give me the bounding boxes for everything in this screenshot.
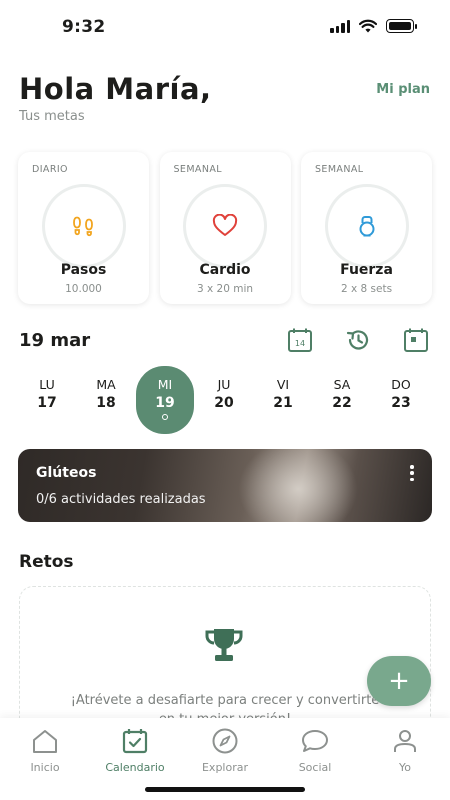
selected-date-title: 19 mar — [19, 330, 91, 351]
calendar-button[interactable] — [402, 327, 430, 353]
goal-card-strength[interactable]: SEMANAL Fuerza 2 x 8 sets — [301, 152, 432, 304]
nav-label: Calendario — [105, 761, 165, 774]
goal-period: SEMANAL — [315, 164, 364, 175]
user-icon — [394, 730, 416, 752]
day-friday[interactable]: VI 21 — [254, 366, 312, 434]
challenges-title: Retos — [19, 552, 74, 572]
challenges-message-line1: ¡Atrévete a desafiarte para crecer y con… — [70, 693, 380, 708]
footsteps-icon — [72, 216, 93, 237]
day-number: 21 — [273, 395, 293, 411]
goal-progress-ring — [183, 184, 267, 268]
greeting-title: Hola María, — [19, 72, 212, 106]
date-actions: 14 — [286, 327, 430, 353]
day-number: 17 — [37, 395, 57, 411]
nav-item-explorar[interactable]: Explorar — [180, 726, 270, 774]
day-monday[interactable]: LU 17 — [18, 366, 76, 434]
goal-progress-ring — [41, 184, 126, 268]
day-sunday[interactable]: DO 23 — [372, 366, 430, 434]
goal-period: SEMANAL — [173, 164, 222, 175]
day-abbr: SA — [333, 377, 351, 392]
compass-icon — [212, 728, 238, 754]
nav-label: Social — [298, 761, 332, 774]
goal-target: 10.000 — [65, 283, 102, 295]
trophy-icon — [205, 629, 243, 661]
nav-label: Yo — [399, 761, 411, 774]
goal-target: 2 x 8 sets — [340, 283, 393, 295]
more-options-icon[interactable] — [404, 463, 420, 483]
day-number: 18 — [96, 395, 116, 411]
home-icon — [33, 730, 57, 753]
history-icon — [346, 330, 369, 350]
goals-row: DIARIO Pasos 10.000 SEMANAL Cardio 3 x 2… — [18, 152, 432, 304]
day-number: 20 — [214, 395, 234, 411]
day-number: 23 — [391, 395, 411, 411]
svg-text:14: 14 — [295, 339, 305, 348]
goals-subtitle: Tus metas — [19, 109, 85, 124]
day-abbr: LU — [39, 377, 55, 392]
add-button[interactable]: + — [367, 656, 431, 706]
nav-item-calendario[interactable]: Calendario — [90, 726, 180, 774]
workout-card[interactable]: Glúteos 0/6 actividades realizadas — [18, 449, 432, 522]
status-bar: 9:32 — [0, 0, 450, 54]
day-abbr: DO — [391, 377, 411, 392]
kettlebell-icon — [359, 216, 374, 237]
goal-name: Fuerza — [340, 262, 393, 278]
goal-progress-ring — [324, 184, 409, 268]
calendar-today-button[interactable]: 14 — [286, 327, 314, 353]
workout-progress: 0/6 actividades realizadas — [36, 492, 206, 507]
goal-name: Cardio — [199, 262, 251, 278]
workout-title: Glúteos — [36, 465, 97, 481]
goal-card-steps[interactable]: DIARIO Pasos 10.000 — [18, 152, 149, 304]
battery-icon — [386, 19, 417, 33]
history-button[interactable] — [344, 327, 372, 353]
day-number: 19 — [155, 395, 175, 411]
nav-item-yo[interactable]: Yo — [360, 726, 450, 774]
goal-period: DIARIO — [32, 164, 68, 175]
goal-name: Pasos — [60, 262, 107, 278]
status-time: 9:32 — [62, 17, 106, 37]
day-saturday[interactable]: SA 22 — [313, 366, 371, 434]
day-abbr: JU — [217, 377, 231, 392]
calendar-day-icon: 14 — [288, 328, 312, 352]
cellular-signal-icon — [330, 19, 350, 33]
day-abbr: VI — [276, 377, 290, 392]
day-abbr: MI — [157, 377, 173, 392]
day-wednesday-selected[interactable]: MI 19 — [136, 366, 194, 434]
status-icons — [330, 19, 417, 33]
chat-bubble-icon — [302, 730, 328, 752]
day-tuesday[interactable]: MA 18 — [77, 366, 135, 434]
activity-dot-icon — [162, 414, 168, 420]
calendar-check-icon — [122, 729, 148, 754]
goal-card-cardio[interactable]: SEMANAL Cardio 3 x 20 min — [159, 152, 291, 304]
nav-item-social[interactable]: Social — [270, 726, 360, 774]
goal-target: 3 x 20 min — [196, 283, 254, 295]
day-abbr: MA — [96, 377, 116, 392]
workout-background-image — [238, 449, 358, 522]
wifi-icon — [359, 19, 377, 33]
day-thursday[interactable]: JU 20 — [195, 366, 253, 434]
calendar-icon — [404, 328, 428, 352]
nav-label: Explorar — [201, 761, 248, 774]
my-plan-link[interactable]: Mi plan — [376, 82, 430, 97]
nav-label: Inicio — [30, 761, 60, 774]
nav-item-inicio[interactable]: Inicio — [0, 726, 90, 774]
day-number: 22 — [332, 395, 352, 411]
heart-icon — [212, 214, 238, 236]
home-indicator — [145, 787, 305, 792]
week-strip: LU 17 MA 18 MI 19 JU 20 VI 21 SA 22 DO 2… — [18, 366, 432, 434]
